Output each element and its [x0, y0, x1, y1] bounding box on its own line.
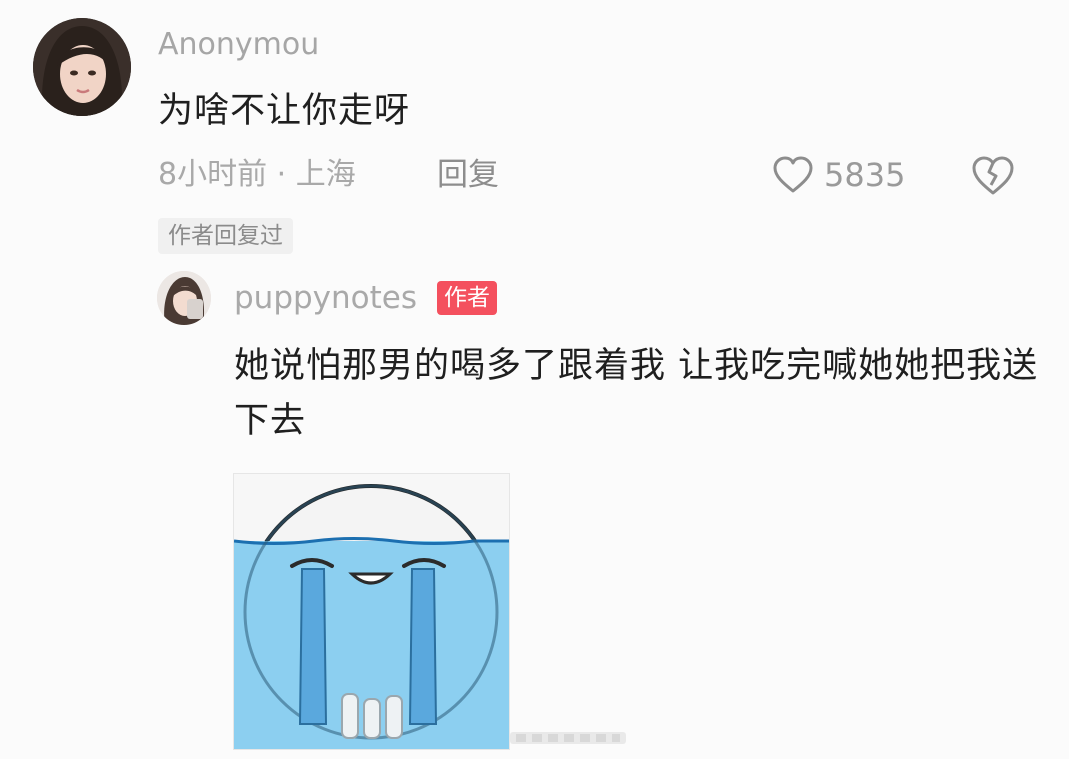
- comment-meta: 8小时前 · 上海: [158, 157, 356, 192]
- author-username[interactable]: puppynotes: [234, 279, 417, 317]
- dislike-button[interactable]: [970, 152, 1016, 198]
- user-avatar[interactable]: [33, 18, 131, 116]
- reply-text: 她说怕那男的喝多了跟着我 让我吃完喊她她把我送下去: [234, 346, 1039, 441]
- author-avatar[interactable]: [157, 271, 211, 325]
- like-count: 5835: [824, 156, 906, 194]
- author-replied-tag: 作者回复过: [158, 218, 293, 254]
- comment-text: 为啥不让你走呀: [158, 91, 411, 131]
- author-badge: 作者: [437, 281, 497, 315]
- crying-face-sticker[interactable]: [233, 473, 510, 750]
- broken-heart-icon[interactable]: [970, 152, 1016, 198]
- comment-username[interactable]: Anonymou: [158, 26, 319, 64]
- like-button[interactable]: 5835: [772, 154, 905, 196]
- reply-button[interactable]: 回复: [437, 155, 499, 195]
- heart-outline-icon[interactable]: [772, 156, 814, 194]
- watermark: [510, 726, 626, 750]
